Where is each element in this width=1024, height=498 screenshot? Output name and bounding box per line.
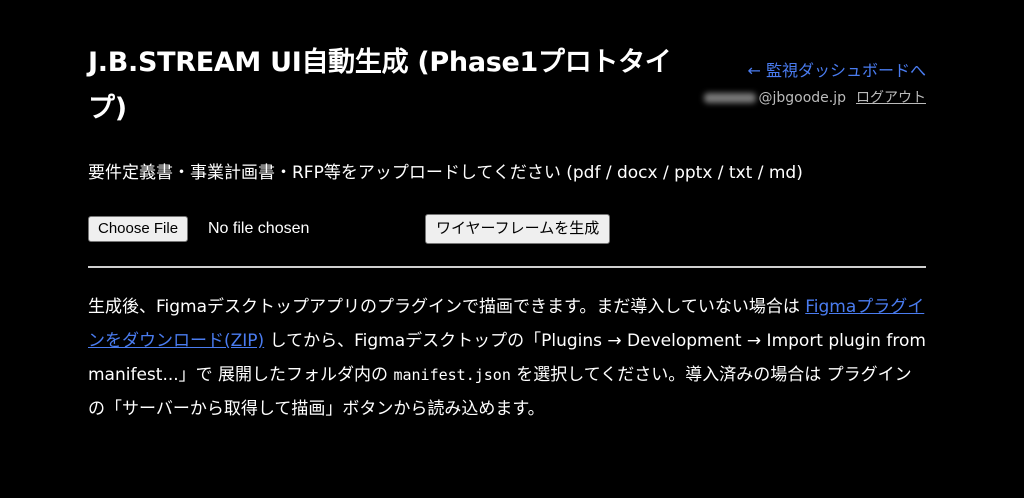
plugin-instructions: 生成後、Figmaデスクトップアプリのプラグインで描画できます。まだ導入していな… <box>88 290 928 426</box>
upload-form: Choose File No file chosen ワイヤーフレームを生成 <box>88 214 926 244</box>
dashboard-link[interactable]: ← 監視ダッシュボードへ <box>704 60 927 82</box>
user-name-redacted <box>704 93 757 103</box>
page-title: J.B.STREAM UI自動生成 (Phase1プロトタイプ) <box>88 47 672 124</box>
header-account-area: ← 監視ダッシュボードへ @jbgoode.jp ログアウト <box>704 60 926 107</box>
upload-instruction: 要件定義書・事業計画書・RFP等をアップロードしてください (pdf / doc… <box>88 163 803 183</box>
section-divider <box>88 266 926 268</box>
page-header: J.B.STREAM UI自動生成 (Phase1プロトタイプ) ← 監視ダッシ… <box>88 0 926 138</box>
file-status-text: No file chosen <box>208 220 310 237</box>
logout-link[interactable]: ログアウト <box>856 90 926 106</box>
generate-wireframe-button[interactable]: ワイヤーフレームを生成 <box>425 214 611 244</box>
page-container: J.B.STREAM UI自動生成 (Phase1プロトタイプ) ← 監視ダッシ… <box>88 0 926 419</box>
manifest-filename: manifest.json <box>393 366 511 384</box>
user-email-domain: @jbgoode.jp <box>758 90 846 106</box>
choose-file-button[interactable]: Choose File <box>88 216 189 242</box>
instructions-text-1: 生成後、Figmaデスクトップアプリのプラグインで描画できます。まだ導入していな… <box>88 297 806 317</box>
user-info: @jbgoode.jp ログアウト <box>704 89 926 107</box>
